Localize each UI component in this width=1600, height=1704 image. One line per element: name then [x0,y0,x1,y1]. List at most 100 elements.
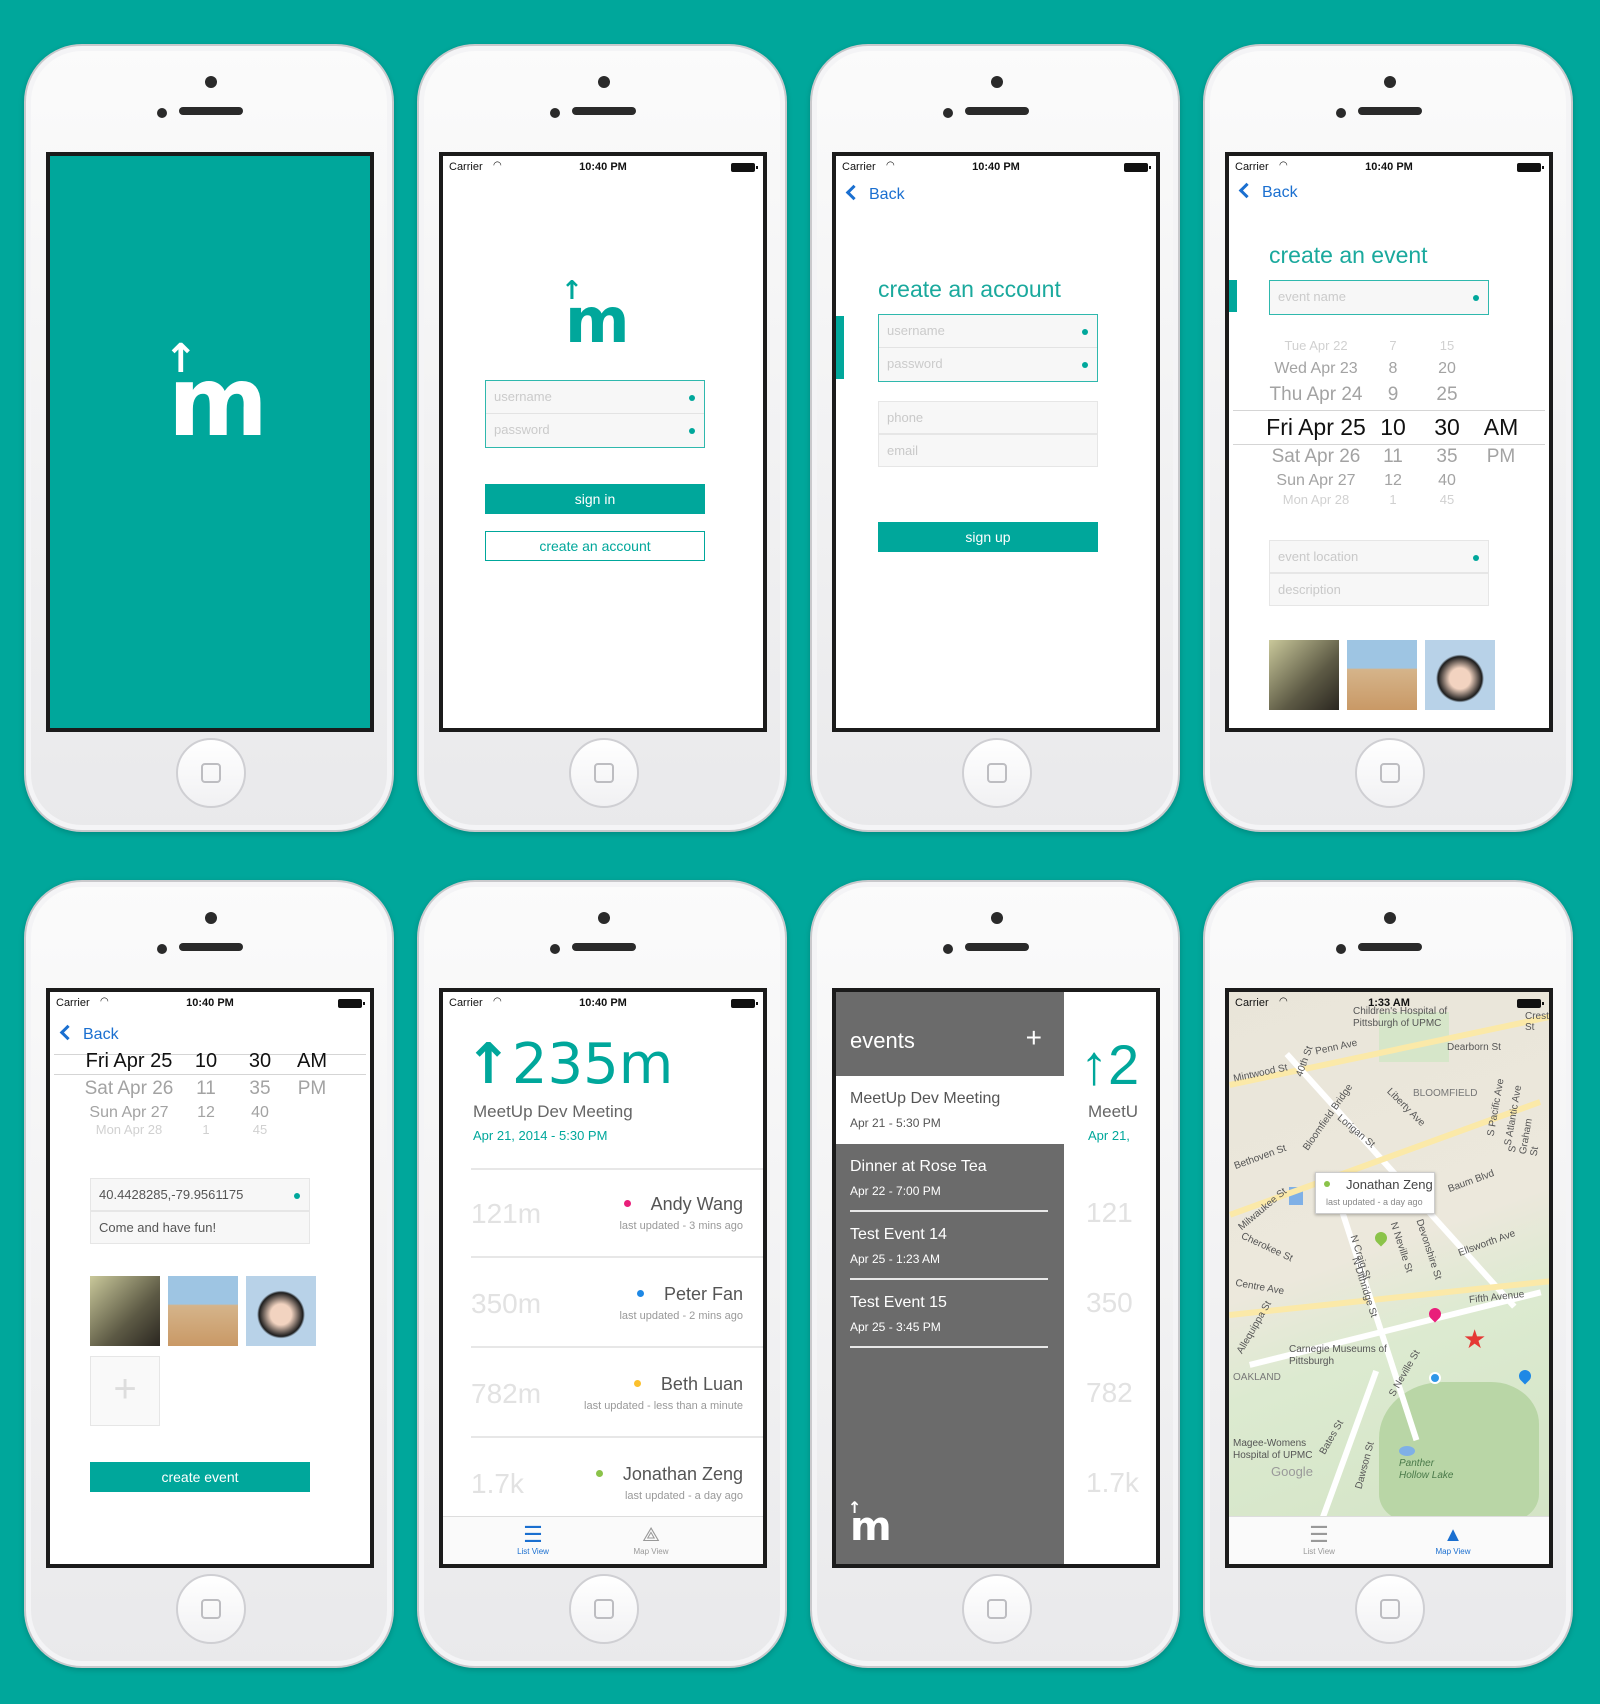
phone-meeting-list: Carrier ◠ 10:40 PM ↑235m MeetUp Dev Meetin… [417,880,787,1668]
list-item[interactable]: 782m Beth Luan last updated - less than a … [471,1350,763,1438]
friend-photo-2[interactable] [1347,640,1417,710]
event-name-input[interactable]: event name [1270,281,1488,314]
event-item-selected[interactable]: MeetUp Dev Meeting Apr 21 - 5:30 PM [836,1076,1064,1144]
battery-icon [731,999,758,1008]
picker-row: Wed Apr 23 8 20 [1274,360,1456,377]
event-item[interactable]: Test Event 15 Apr 25 - 3:45 PM [836,1280,1064,1348]
arrow-up-icon: ↑ [164,336,197,382]
home-button[interactable] [176,738,246,808]
picker-row: Sat Apr 26 11 35 PM [1271,446,1516,467]
back-button[interactable]: Back [59,1024,119,1044]
battery-icon [1517,163,1544,172]
user-callout[interactable]: Jonathan Zeng last updated - a day ago [1315,1172,1435,1214]
phone-splash: ↑ m [24,44,394,832]
camera [205,76,217,88]
add-event-button[interactable]: + [1026,1022,1042,1054]
tab-list-view[interactable]: ☰ List View [493,1522,573,1557]
battery-icon [1517,999,1544,1008]
meeting-datetime: Apr 21, 2014 - 5:30 PM [473,1128,608,1143]
date-time-picker[interactable]: Fri Apr 25 10 30 AM Sat Apr 26 11 35 PM Sun Ap… [54,1048,366,1138]
add-photo-button[interactable]: + [90,1356,160,1426]
credentials-fields: username password [878,314,1098,382]
map-screen: Carrier ◠ 1:33 AM Children's Hospital of P… [1225,988,1553,1568]
create-event-button[interactable]: create event [90,1462,310,1492]
focus-indicator [836,316,844,379]
drawer-logo: ↑ m [848,1498,892,1550]
event-item[interactable]: Test Event 14 Apr 25 - 1:23 AM [836,1212,1064,1280]
signup-screen: Carrier ◠ 10:40 PM Back create an account … [832,152,1160,732]
list-item[interactable]: 350m Peter Fan last updated - 2 mins ago [471,1260,763,1348]
password-input[interactable]: password [879,348,1097,381]
phone-input[interactable]: phone [878,401,1098,434]
chevron-left-icon [59,1024,76,1041]
home-button[interactable] [176,1574,246,1644]
friend-photo-1[interactable] [90,1276,160,1346]
list-icon: ☰ [523,1522,543,1547]
tab-map-view[interactable]: ⟁ Map View [611,1523,691,1556]
description-input[interactable]: Come and have fun! [90,1211,310,1244]
home-button[interactable] [1355,1574,1425,1644]
event-name-field: event name [1269,280,1489,315]
splash-screen: ↑ m [46,152,374,732]
sign-in-button[interactable]: sign in [485,484,705,514]
event-item[interactable]: Dinner at Rose Tea Apr 22 - 7:00 PM [836,1144,1064,1212]
app-logo: ↑ m [164,336,268,458]
username-input[interactable]: username [486,381,704,414]
create-account-button[interactable]: create an account [485,531,705,561]
app-logo: ↑ m [561,276,630,357]
date-time-picker[interactable]: Tue Apr 22 7 15 Wed Apr 23 8 20 Thu Apr 24 9 2… [1233,338,1545,510]
phone-events-drawer: ↑2 MeetU Apr 21, 121 350 782 1.7k events… [810,880,1180,1668]
home-button[interactable] [962,738,1032,808]
phone-create-event: Carrier ◠ 10:40 PM Back create an event ev… [1203,44,1573,832]
picker-row: Thu Apr 24 9 25 [1269,384,1458,405]
event-location-input[interactable]: 40.4428285,-79.9561175 [90,1178,310,1211]
friend-photo-3[interactable] [1425,640,1495,710]
event-location-input[interactable]: event location [1269,540,1489,573]
phone-map-view: Carrier ◠ 1:33 AM Children's Hospital of P… [1203,880,1573,1668]
meeting-distance: ↑235m [465,1032,674,1097]
focus-indicator [1229,280,1237,312]
friend-photo-2[interactable] [168,1276,238,1346]
home-button[interactable] [569,738,639,808]
arrow-up-icon: ↑ [561,276,583,306]
drawer-title: events [850,1028,915,1053]
description-input[interactable]: description [1269,573,1489,606]
back-button[interactable]: Back [845,184,905,204]
tab-bar: ☰ List View ▲ Map View [1229,1516,1549,1564]
speaker [179,107,243,115]
picker-row: Sat Apr 26 11 35 PM [84,1078,327,1099]
list-item[interactable]: 1.7k Jonathan Zeng last updated - a day ag… [471,1440,763,1528]
picker-row: Mon Apr 28 1 45 [1282,492,1455,507]
list-item[interactable]: 121m Andy Wang last updated - 3 mins ago [471,1170,763,1258]
password-input[interactable]: password [486,414,704,447]
username-input[interactable]: username [879,315,1097,348]
chevron-left-icon [845,184,862,201]
battery-icon [338,999,365,1008]
picker-row-selected: Fri Apr 25 10 30 AM [1266,414,1519,440]
phone-signup: Carrier ◠ 10:40 PM Back create an account … [810,44,1180,832]
status-bar: Carrier ◠ 10:40 PM [1233,160,1545,176]
picker-row: Mon Apr 28 1 45 [95,1122,268,1137]
friend-photo-3[interactable] [246,1276,316,1346]
phone-signin: Carrier ◠ 10:40 PM ↑ m username password si… [417,44,787,832]
home-button[interactable] [1355,738,1425,808]
signin-screen: Carrier ◠ 10:40 PM ↑ m username password si… [439,152,767,732]
friend-photo-1[interactable] [1269,640,1339,710]
home-button[interactable] [962,1574,1032,1644]
back-button[interactable]: Back [1238,182,1298,202]
create-event-screen: Carrier ◠ 10:40 PM Back create an event ev… [1225,152,1553,732]
peek-distance: ↑2 [1080,1033,1140,1096]
navigation-arrow-icon: ⟁ [642,1524,660,1546]
tab-map-view[interactable]: ▲ Map View [1413,1523,1493,1556]
destination-star-icon[interactable]: ★ [1463,1324,1486,1355]
meeting-list-screen: Carrier ◠ 10:40 PM ↑235m MeetUp Dev Meetin… [439,988,767,1568]
home-button[interactable] [569,1574,639,1644]
tab-list-view[interactable]: ☰ List View [1279,1523,1359,1557]
arrow-up-icon: ↑ [465,1032,512,1097]
sign-up-button[interactable]: sign up [878,522,1098,552]
picker-row-selected: Fri Apr 25 10 30 AM [85,1050,327,1072]
current-location-icon [1429,1372,1441,1384]
google-logo: Google [1271,1464,1313,1479]
email-input[interactable]: email [878,434,1098,467]
plus-icon: + [113,1367,137,1411]
